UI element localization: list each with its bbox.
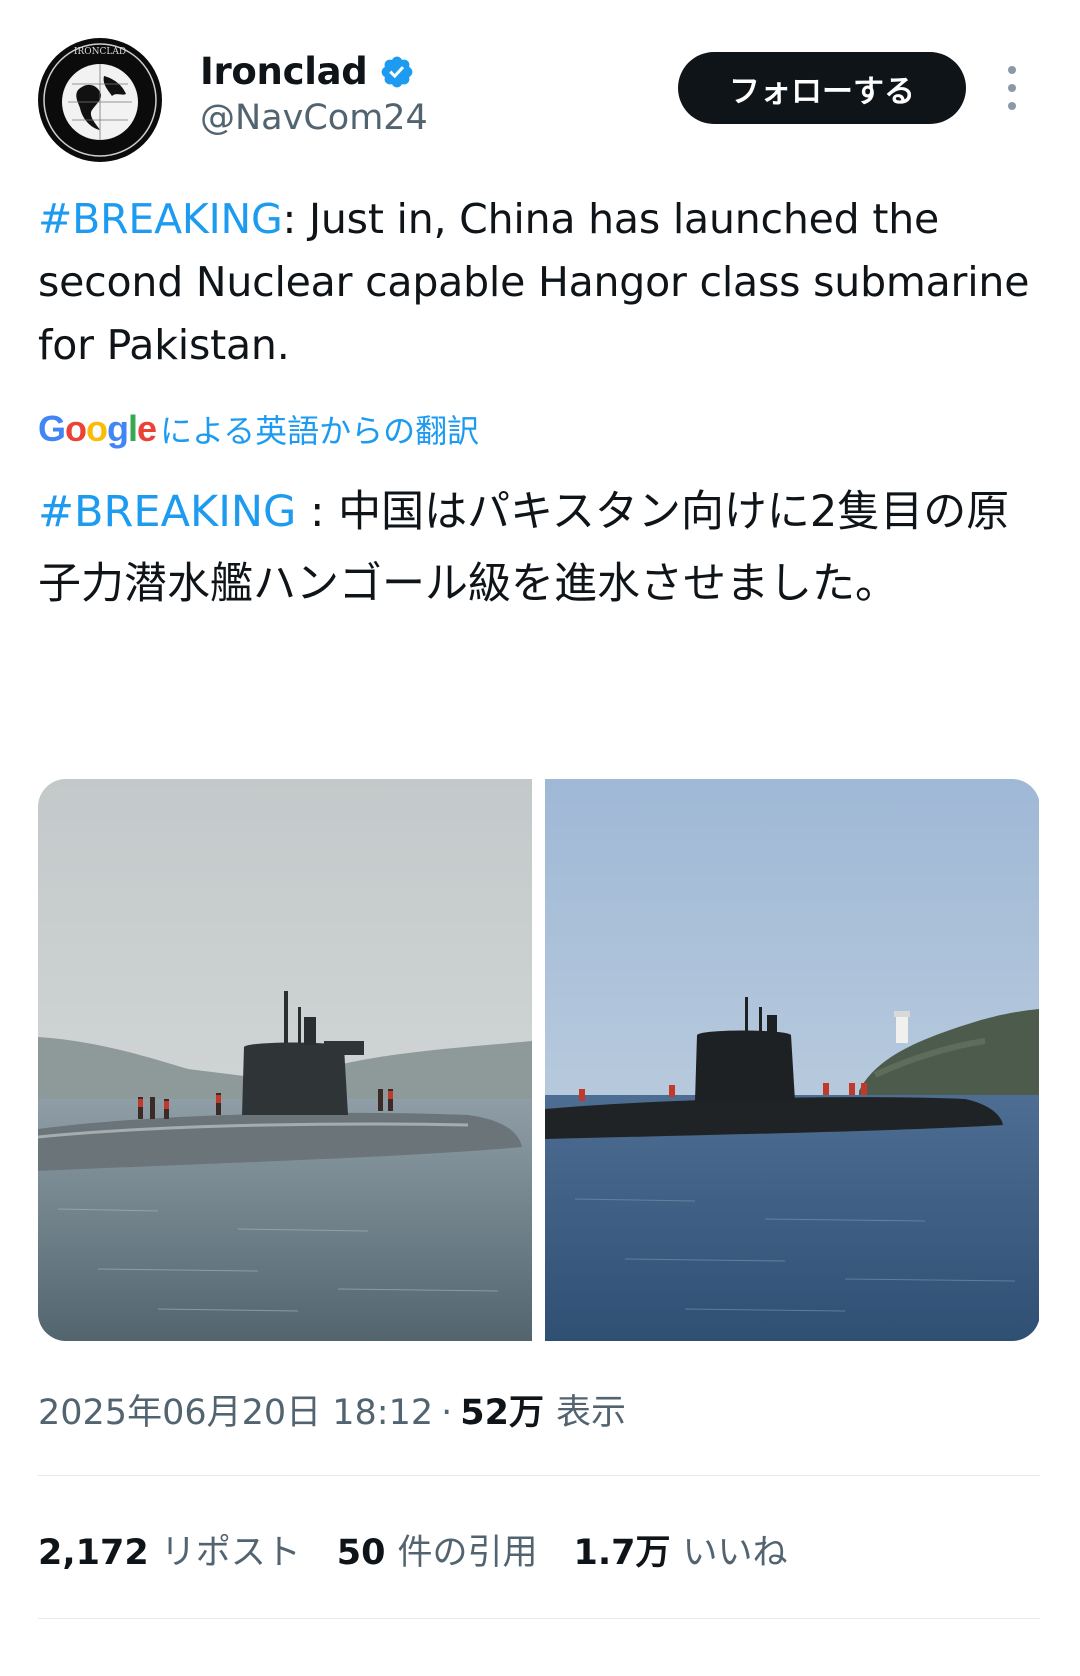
views-label: 表示 [556,1393,627,1433]
submarine-photo-2[interactable] [545,779,1039,1341]
timestamp[interactable]: 2025年06月20日 18:12 [38,1384,433,1435]
hashtag-link-translated[interactable]: #BREAKING [38,487,296,537]
verified-badge-icon [382,56,413,87]
engagement-stats: 2,172 リポスト 50 件の引用 1.7万 いいね [38,1524,824,1575]
translation-attribution[interactable]: Google による英語からの翻訳 [38,406,479,452]
media-grid [38,779,1040,1341]
submarine-photo-1[interactable] [38,779,532,1341]
quotes-label: 件の引用 [397,1533,538,1573]
divider [38,1475,1040,1476]
divider-bottom [38,1618,1040,1619]
svg-text:IRONCLAD: IRONCLAD [74,47,126,57]
translation-label: による英語からの翻訳 [160,412,480,450]
views-count: 52万 [460,1393,544,1433]
likes-count: 1.7万 [573,1533,671,1573]
more-vertical-icon[interactable] [1004,66,1020,114]
globe-logo-icon: IRONCLAD [40,40,160,160]
tweet-meta: 2025年06月20日 18:12 · 52万 表示 [38,1384,626,1435]
hashtag-link[interactable]: #BREAKING [38,195,283,243]
quotes-count: 50 [336,1533,386,1573]
likes-label: いいね [682,1533,788,1573]
account-handle[interactable]: @NavCom24 [200,98,428,138]
translated-text: #BREAKING : 中国はパキスタン向けに2隻目の原子力潜水艦ハンゴール級を… [38,476,1038,620]
tweet-text: #BREAKING: Just in, China has launched t… [38,188,1038,377]
meta-separator: · [441,1393,453,1433]
follow-button[interactable]: フォローする [678,52,966,124]
quotes-stat[interactable]: 50 件の引用 [337,1524,538,1575]
avatar[interactable]: IRONCLAD [38,38,162,162]
likes-stat[interactable]: 1.7万 いいね [573,1524,787,1575]
reposts-count: 2,172 [38,1533,149,1573]
display-name[interactable]: Ironclad [200,50,368,93]
reposts-label: リポスト [160,1533,301,1573]
reposts-stat[interactable]: 2,172 リポスト [38,1524,301,1575]
google-logo-icon: Google [38,408,157,449]
account-name-row: Ironclad [200,50,415,93]
